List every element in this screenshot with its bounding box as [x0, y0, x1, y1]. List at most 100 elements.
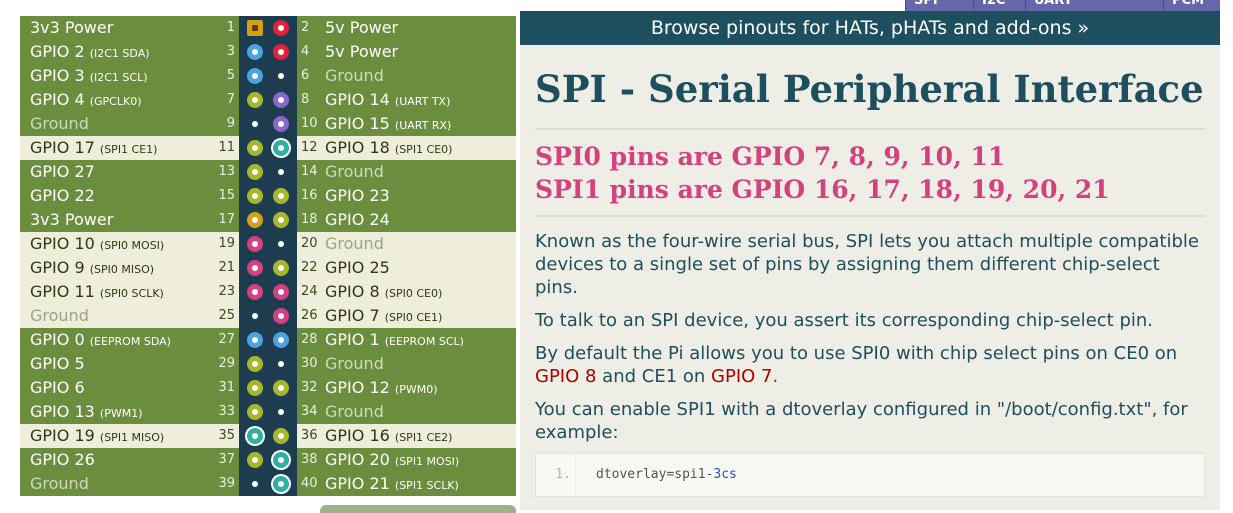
code-block[interactable]: 1. dtoverlay=spi1-3cs: [535, 453, 1205, 497]
pin-dot-icon[interactable]: [247, 236, 263, 252]
pin-4[interactable]: 5v Power 4: [297, 40, 516, 64]
pin-header-strip: [239, 88, 297, 112]
pin-dot-icon[interactable]: [247, 284, 263, 300]
pin-30[interactable]: Ground 30: [297, 352, 516, 376]
pin-25[interactable]: Ground 25: [20, 304, 239, 328]
pin-23[interactable]: GPIO 11 (SPI0 SCLK) 23: [20, 280, 239, 304]
pin-dot-icon[interactable]: [247, 356, 263, 372]
pin-13[interactable]: GPIO 27 13: [20, 160, 239, 184]
pin-dot-icon[interactable]: [247, 20, 263, 36]
pin-dot-icon[interactable]: [247, 260, 263, 276]
pin-28[interactable]: GPIO 1 (EEPROM SCL) 28: [297, 328, 516, 352]
pin-dot-icon[interactable]: [273, 284, 289, 300]
pin-label: Ground: [325, 64, 384, 88]
pin-dot-icon[interactable]: [247, 428, 263, 444]
pin-6[interactable]: Ground 6: [297, 64, 516, 88]
pin-21[interactable]: GPIO 9 (SPI0 MISO) 21: [20, 256, 239, 280]
pin-dot-icon[interactable]: [273, 140, 289, 156]
pin-row: GPIO 22 15 GPIO 23 16: [20, 184, 516, 208]
pin-dot-icon[interactable]: [247, 92, 263, 108]
pin-35[interactable]: GPIO 19 (SPI1 MISO) 35: [20, 424, 239, 448]
pin-24[interactable]: GPIO 8 (SPI0 CE0) 24: [297, 280, 516, 304]
pin-26[interactable]: GPIO 7 (SPI0 CE1) 26: [297, 304, 516, 328]
spi1-enable-paragraph: You can enable SPI1 with a dtoverlay con…: [535, 399, 1188, 443]
ground-pin-icon[interactable]: [278, 361, 284, 367]
pin-29[interactable]: GPIO 5 29: [20, 352, 239, 376]
pin-19[interactable]: GPIO 10 (SPI0 MOSI) 19: [20, 232, 239, 256]
pin-14[interactable]: Ground 14: [297, 160, 516, 184]
pin-dot-icon[interactable]: [273, 260, 289, 276]
nav-tab-i2c[interactable]: I2C: [973, 0, 1013, 10]
nav-tab-pcm[interactable]: PCM: [1163, 0, 1212, 10]
pin-dot-icon[interactable]: [273, 428, 289, 444]
bottom-tab[interactable]: [320, 505, 516, 513]
pin-name: GPIO 0: [30, 330, 85, 349]
ground-pin-icon[interactable]: [278, 169, 284, 175]
pin-dot-icon[interactable]: [273, 452, 289, 468]
pin-dot-icon[interactable]: [273, 380, 289, 396]
pin-31[interactable]: GPIO 6 31: [20, 376, 239, 400]
ground-pin-icon[interactable]: [278, 241, 284, 247]
pin-row: GPIO 10 (SPI0 MOSI) 19 Ground 20: [20, 232, 516, 256]
pin-header-strip: [239, 472, 297, 496]
ground-pin-icon[interactable]: [278, 73, 284, 79]
pin-2[interactable]: 5v Power 2: [297, 16, 516, 40]
pin-27[interactable]: GPIO 0 (EEPROM SDA) 27: [20, 328, 239, 352]
pin-40[interactable]: GPIO 21 (SPI1 SCLK) 40: [297, 472, 516, 496]
pin-9[interactable]: Ground 9: [20, 112, 239, 136]
pin-dot-icon[interactable]: [273, 308, 289, 324]
pin-dot-icon[interactable]: [247, 188, 263, 204]
pin-37[interactable]: GPIO 26 37: [20, 448, 239, 472]
gpio8-link[interactable]: GPIO 8: [535, 366, 596, 387]
pin-dot-icon[interactable]: [247, 380, 263, 396]
pin-dot-icon[interactable]: [273, 476, 289, 492]
nav-tab-uart[interactable]: UART: [1025, 0, 1081, 10]
ground-pin-icon[interactable]: [252, 313, 258, 319]
pin-dot-icon[interactable]: [247, 332, 263, 348]
pin-34[interactable]: Ground 34: [297, 400, 516, 424]
pin-10[interactable]: GPIO 15 (UART RX) 10: [297, 112, 516, 136]
pin-12[interactable]: GPIO 18 (SPI1 CE0) 12: [297, 136, 516, 160]
pin-36[interactable]: GPIO 16 (SPI1 CE2) 36: [297, 424, 516, 448]
pin-dot-icon[interactable]: [273, 332, 289, 348]
pin-7[interactable]: GPIO 4 (GPCLK0) 7: [20, 88, 239, 112]
pin-dot-icon[interactable]: [247, 164, 263, 180]
pin-32[interactable]: GPIO 12 (PWM0) 32: [297, 376, 516, 400]
pin-dot-icon[interactable]: [273, 92, 289, 108]
pin-15[interactable]: GPIO 22 15: [20, 184, 239, 208]
pin-number: 23: [218, 284, 235, 299]
ground-pin-icon[interactable]: [252, 121, 258, 127]
pin-number: 21: [218, 260, 235, 275]
hats-banner-link[interactable]: Browse pinouts for HATs, pHATs and add-o…: [520, 11, 1220, 45]
pin-11[interactable]: GPIO 17 (SPI1 CE1) 11: [20, 136, 239, 160]
pin-dot-icon[interactable]: [273, 212, 289, 228]
pin-dot-icon[interactable]: [273, 116, 289, 132]
gpio7-link[interactable]: GPIO 7: [711, 366, 772, 387]
pin-header-strip: [239, 232, 297, 256]
ground-pin-icon[interactable]: [252, 481, 258, 487]
pin-39[interactable]: Ground 39: [20, 472, 239, 496]
pin-33[interactable]: GPIO 13 (PWM1) 33: [20, 400, 239, 424]
pin-dot-icon[interactable]: [247, 68, 263, 84]
pin-5[interactable]: GPIO 3 (I2C1 SCL) 5: [20, 64, 239, 88]
pin-dot-icon[interactable]: [247, 452, 263, 468]
pin-dot-icon[interactable]: [273, 20, 289, 36]
pin-3[interactable]: GPIO 2 (I2C1 SDA) 3: [20, 40, 239, 64]
pin-dot-icon[interactable]: [273, 188, 289, 204]
pin-dot-icon[interactable]: [247, 44, 263, 60]
pin-dot-icon[interactable]: [273, 44, 289, 60]
pin-dot-icon[interactable]: [247, 140, 263, 156]
pin-17[interactable]: 3v3 Power 17: [20, 208, 239, 232]
nav-tab-spi[interactable]: SPI: [905, 0, 946, 10]
pin-dot-icon[interactable]: [247, 212, 263, 228]
ground-pin-icon[interactable]: [278, 409, 284, 415]
pin-20[interactable]: Ground 20: [297, 232, 516, 256]
pin-header-strip: [239, 448, 297, 472]
pin-1[interactable]: 3v3 Power 1: [20, 16, 239, 40]
pin-dot-icon[interactable]: [247, 404, 263, 420]
pin-16[interactable]: GPIO 23 16: [297, 184, 516, 208]
pin-38[interactable]: GPIO 20 (SPI1 MOSI) 38: [297, 448, 516, 472]
pin-22[interactable]: GPIO 25 22: [297, 256, 516, 280]
pin-18[interactable]: GPIO 24 18: [297, 208, 516, 232]
pin-8[interactable]: GPIO 14 (UART TX) 8: [297, 88, 516, 112]
